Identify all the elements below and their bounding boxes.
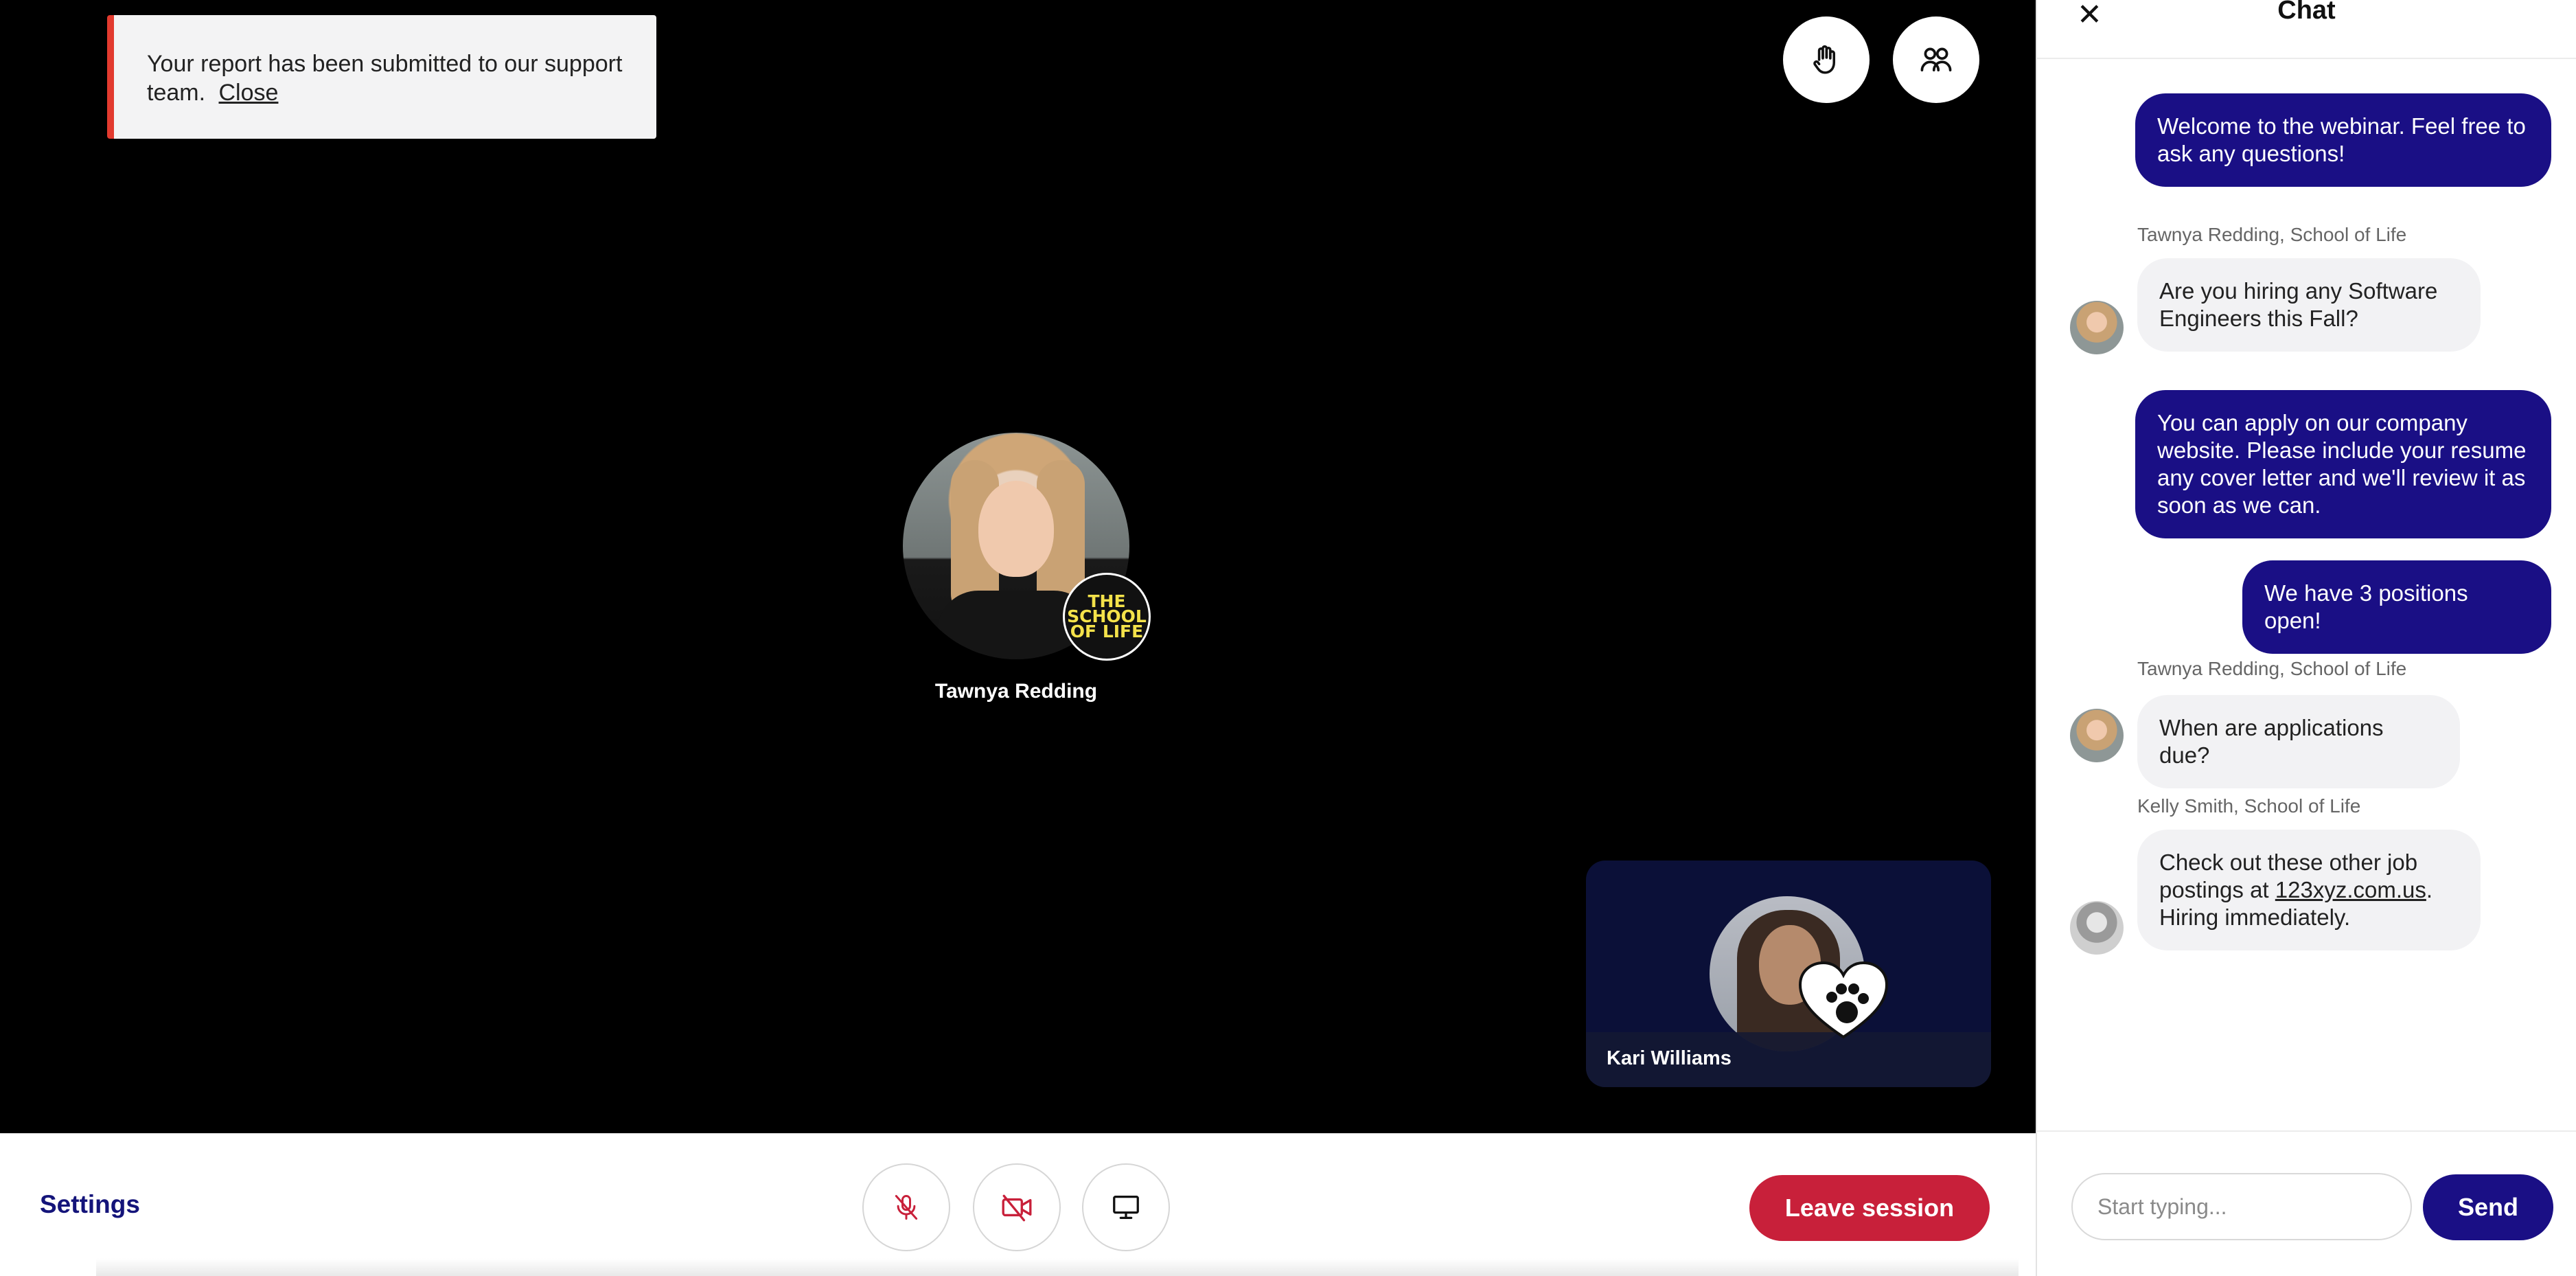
participant-tile[interactable]: Kari Williams bbox=[1586, 861, 1991, 1087]
send-button[interactable]: Send bbox=[2423, 1174, 2553, 1240]
chat-message-outgoing: We have 3 positions open! bbox=[2242, 560, 2551, 654]
chat-message-incoming: When are applications due? bbox=[2137, 695, 2460, 788]
chat-title: Chat bbox=[2277, 0, 2336, 25]
main-participant-name: Tawnya Redding bbox=[934, 680, 1098, 703]
participants-button[interactable] bbox=[1893, 16, 1979, 103]
heart-paw-icon bbox=[1799, 961, 1888, 1039]
toast-close-link[interactable]: Close bbox=[219, 80, 279, 106]
raise-hand-icon bbox=[1813, 45, 1836, 74]
sender-avatar bbox=[2070, 709, 2124, 762]
leave-session-button[interactable]: Leave session bbox=[1749, 1175, 1990, 1241]
message-sender: Tawnya Redding, School of Life bbox=[2137, 658, 2407, 679]
video-stage: Your report has been submitted to our su… bbox=[0, 0, 2036, 1133]
report-toast: Your report has been submitted to our su… bbox=[107, 15, 656, 139]
chat-message-input[interactable] bbox=[2071, 1173, 2412, 1240]
settings-button[interactable]: Settings bbox=[40, 1190, 140, 1219]
chat-message-outgoing: You can apply on our company website. Pl… bbox=[2135, 390, 2551, 538]
bottom-toolbar: Settings Leave session bbox=[0, 1133, 2036, 1276]
raise-hand-button[interactable] bbox=[1783, 16, 1870, 103]
chat-header: Chat ✕ bbox=[2037, 0, 2576, 59]
turn-off-camera-button[interactable] bbox=[973, 1163, 1061, 1251]
mute-microphone-button[interactable] bbox=[862, 1163, 950, 1251]
message-sender: Tawnya Redding, School of Life bbox=[2137, 224, 2407, 245]
school-of-life-logo: THE SCHOOL OF LIFE bbox=[1063, 573, 1151, 661]
toast-message: Your report has been submitted to our su… bbox=[147, 51, 623, 106]
message-sender: Kelly Smith, School of Life bbox=[2137, 795, 2361, 817]
chat-footer: Send bbox=[2037, 1130, 2576, 1276]
chat-panel: Chat ✕ Welcome to the webinar. Feel free… bbox=[2036, 0, 2576, 1276]
mic-off-icon bbox=[895, 1195, 918, 1220]
chat-message-outgoing: Welcome to the webinar. Feel free to ask… bbox=[2135, 93, 2551, 187]
webinar-app: Your report has been submitted to our su… bbox=[0, 0, 2576, 1276]
message-link[interactable]: 123xyz.com.us bbox=[2275, 877, 2426, 902]
chat-message-incoming: Are you hiring any Software Engineers th… bbox=[2137, 258, 2481, 352]
sender-avatar bbox=[2070, 901, 2124, 955]
tile-participant-name: Kari Williams bbox=[1607, 1047, 1732, 1069]
screen-share-icon bbox=[1113, 1196, 1139, 1219]
sender-avatar bbox=[2070, 301, 2124, 354]
camera-off-icon bbox=[1002, 1194, 1032, 1222]
share-screen-button[interactable] bbox=[1082, 1163, 1170, 1251]
chat-message-incoming: Check out these other job postings at 12… bbox=[2137, 830, 2481, 950]
close-icon[interactable]: ✕ bbox=[2077, 0, 2102, 32]
participants-icon bbox=[1920, 47, 1952, 72]
